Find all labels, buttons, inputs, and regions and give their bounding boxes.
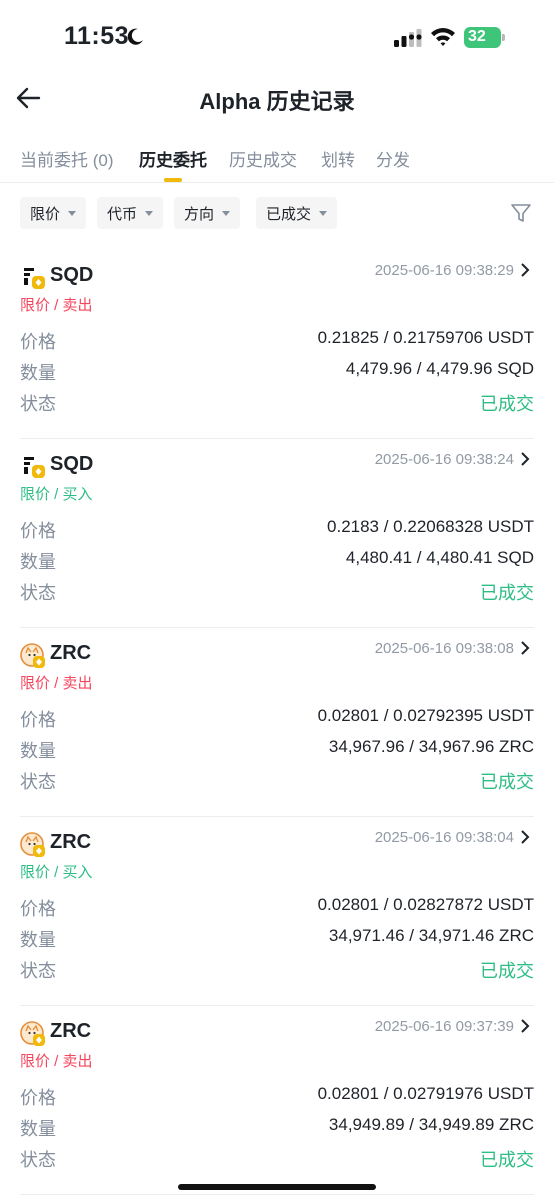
chevron-right-icon[interactable] bbox=[519, 829, 531, 845]
filter-label: 限价 bbox=[30, 205, 61, 223]
status-label: 状态 bbox=[20, 583, 56, 603]
price-label: 价格 bbox=[20, 332, 56, 352]
filter-row: 限价 代币 方向 已成交 bbox=[0, 197, 554, 229]
amount-value: 34,967.96 / 34,967.96 ZRC bbox=[328, 737, 534, 756]
price-label: 价格 bbox=[20, 1088, 56, 1108]
status-label: 状态 bbox=[20, 1150, 56, 1170]
battery-level: 32 bbox=[468, 28, 486, 45]
price-value: 0.02801 / 0.02827872 USDT bbox=[317, 895, 534, 914]
tab-distribution[interactable]: 分发 bbox=[376, 146, 410, 171]
sqd-coin-icon bbox=[24, 268, 45, 289]
battery-tip bbox=[502, 34, 505, 41]
alpha-history-screen: 11:53 32 Alpha 历史记录 当前委托 (0) 历史委托 历史成交 划… bbox=[0, 0, 554, 1200]
amount-label: 数量 bbox=[20, 1119, 56, 1139]
amount-value: 34,949.89 / 34,949.89 ZRC bbox=[328, 1115, 534, 1134]
cellular-signal-icon bbox=[394, 29, 422, 47]
tab-bar: 当前委托 (0) 历史委托 历史成交 划转 分发 bbox=[0, 140, 554, 182]
order-card[interactable]: ZRC 2025-06-16 09:37:39 限价 / 卖出 价格 0.028… bbox=[0, 1006, 554, 1195]
status-value: 已成交 bbox=[480, 772, 534, 792]
price-label: 价格 bbox=[20, 899, 56, 919]
battery-body: 32 bbox=[464, 27, 501, 48]
price-value: 0.2183 / 0.22068328 USDT bbox=[327, 517, 534, 536]
order-card[interactable]: ZRC 2025-06-16 09:38:08 限价 / 卖出 价格 0.028… bbox=[0, 628, 554, 817]
order-list: SQD 2025-06-16 09:38:29 限价 / 卖出 价格 0.218… bbox=[0, 250, 554, 1195]
amount-label: 数量 bbox=[20, 552, 56, 572]
filter-status[interactable]: 已成交 bbox=[256, 197, 338, 229]
order-time: 2025-06-16 09:38:08 bbox=[374, 640, 514, 657]
coin-symbol: SQD bbox=[50, 453, 94, 475]
wifi-icon bbox=[431, 28, 455, 46]
chevron-right-icon[interactable] bbox=[519, 1018, 531, 1034]
zrc-coin-icon bbox=[20, 643, 45, 668]
coin-symbol: ZRC bbox=[50, 642, 92, 664]
moon-icon bbox=[127, 28, 143, 45]
coin-symbol: SQD bbox=[50, 264, 94, 286]
price-value: 0.21825 / 0.21759706 USDT bbox=[317, 328, 534, 347]
battery-indicator: 32 bbox=[464, 27, 506, 48]
filter-order-type[interactable]: 限价 bbox=[20, 197, 87, 229]
home-indicator bbox=[178, 1184, 376, 1190]
status-time: 11:53 bbox=[64, 22, 130, 50]
amount-label: 数量 bbox=[20, 741, 56, 761]
caret-down-icon bbox=[145, 210, 154, 216]
zrc-coin-icon bbox=[20, 1021, 45, 1046]
status-label: 状态 bbox=[20, 772, 56, 792]
tab-transfer[interactable]: 划转 bbox=[321, 146, 355, 171]
chevron-right-icon[interactable] bbox=[519, 451, 531, 467]
header: Alpha 历史记录 bbox=[0, 76, 554, 120]
zrc-coin-icon bbox=[20, 832, 45, 857]
order-type: 限价 / 卖出 bbox=[20, 675, 93, 692]
tab-order-history[interactable]: 历史委托 bbox=[139, 146, 207, 171]
caret-down-icon bbox=[68, 210, 77, 216]
order-card[interactable]: SQD 2025-06-16 09:38:29 限价 / 卖出 价格 0.218… bbox=[0, 250, 554, 439]
order-time: 2025-06-16 09:38:04 bbox=[374, 829, 514, 846]
order-time: 2025-06-16 09:38:29 bbox=[374, 262, 514, 279]
order-type: 限价 / 买入 bbox=[20, 864, 93, 881]
coin-symbol: ZRC bbox=[50, 1020, 92, 1042]
status-bar: 11:53 32 bbox=[0, 0, 554, 76]
caret-down-icon bbox=[222, 210, 231, 216]
order-card[interactable]: SQD 2025-06-16 09:38:24 限价 / 买入 价格 0.218… bbox=[0, 439, 554, 628]
status-label: 状态 bbox=[20, 394, 56, 414]
tab-current-orders[interactable]: 当前委托 (0) bbox=[20, 146, 114, 171]
funnel-filter-icon[interactable] bbox=[510, 202, 532, 224]
amount-label: 数量 bbox=[20, 363, 56, 383]
price-label: 价格 bbox=[20, 521, 56, 541]
price-value: 0.02801 / 0.02791976 USDT bbox=[317, 1084, 534, 1103]
status-value: 已成交 bbox=[480, 961, 534, 981]
price-value: 0.02801 / 0.02792395 USDT bbox=[317, 706, 534, 725]
card-divider bbox=[20, 1194, 534, 1195]
order-type: 限价 / 买入 bbox=[20, 486, 93, 503]
tab-trade-history[interactable]: 历史成交 bbox=[229, 146, 297, 171]
order-type: 限价 / 卖出 bbox=[20, 297, 93, 314]
sqd-coin-icon bbox=[24, 457, 45, 478]
price-label: 价格 bbox=[20, 710, 56, 730]
coin-symbol: ZRC bbox=[50, 831, 92, 853]
amount-value: 4,480.41 / 4,480.41 SQD bbox=[345, 548, 534, 567]
chevron-right-icon[interactable] bbox=[519, 262, 531, 278]
status-value: 已成交 bbox=[480, 583, 534, 603]
order-time: 2025-06-16 09:38:24 bbox=[374, 451, 514, 468]
order-type: 限价 / 卖出 bbox=[20, 1053, 93, 1070]
filter-token[interactable]: 代币 bbox=[97, 197, 164, 229]
caret-down-icon bbox=[319, 210, 328, 216]
page-title: Alpha 历史记录 bbox=[199, 89, 355, 114]
status-label: 状态 bbox=[20, 961, 56, 981]
filter-label: 已成交 bbox=[266, 205, 312, 223]
order-card[interactable]: ZRC 2025-06-16 09:38:04 限价 / 买入 价格 0.028… bbox=[0, 817, 554, 1006]
filter-label: 方向 bbox=[184, 205, 215, 223]
status-value: 已成交 bbox=[480, 394, 534, 414]
tabs-divider bbox=[0, 182, 554, 183]
chevron-right-icon[interactable] bbox=[519, 640, 531, 656]
filter-direction[interactable]: 方向 bbox=[174, 197, 241, 229]
amount-value: 4,479.96 / 4,479.96 SQD bbox=[345, 359, 534, 378]
filter-label: 代币 bbox=[107, 205, 138, 223]
amount-label: 数量 bbox=[20, 930, 56, 950]
status-value: 已成交 bbox=[480, 1150, 534, 1170]
amount-value: 34,971.46 / 34,971.46 ZRC bbox=[328, 926, 534, 945]
order-time: 2025-06-16 09:37:39 bbox=[374, 1018, 514, 1035]
